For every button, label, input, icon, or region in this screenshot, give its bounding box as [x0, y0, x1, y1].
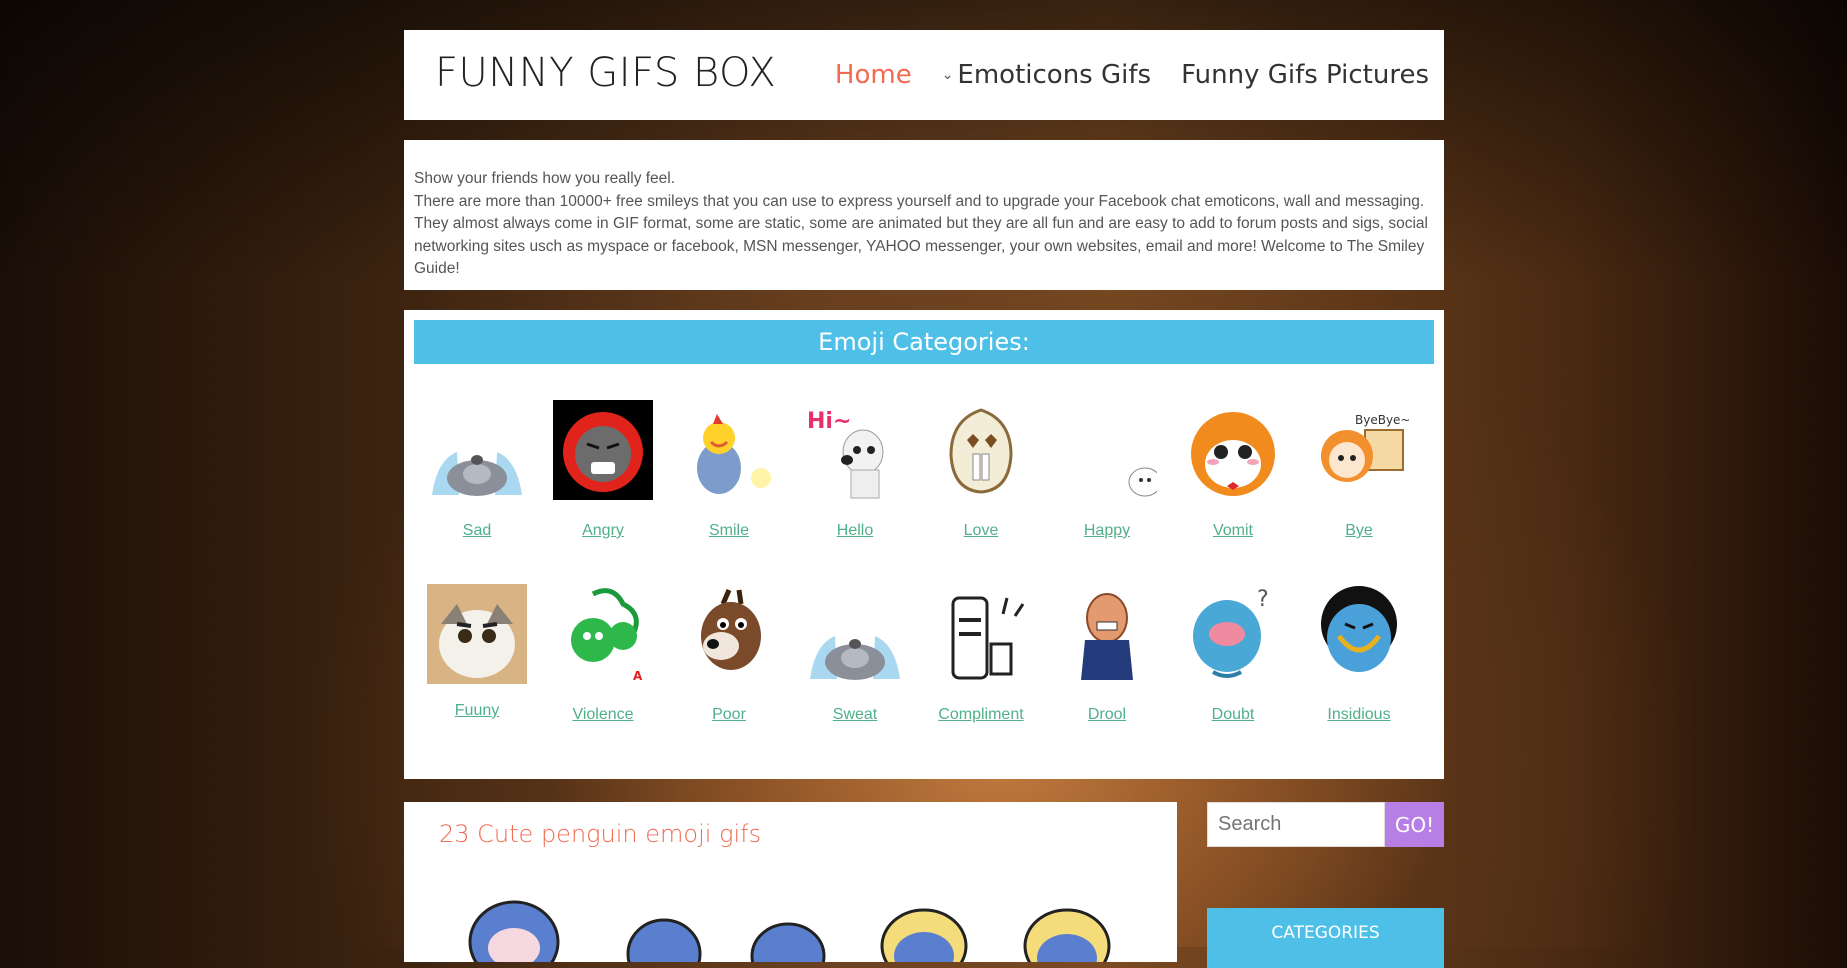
poor-emoji-icon[interactable]: [679, 584, 779, 684]
search-form: GO!: [1207, 802, 1444, 847]
category-link-compliment[interactable]: Compliment: [918, 706, 1044, 724]
chevron-down-icon[interactable]: ⌄: [942, 67, 954, 83]
category-doubt[interactable]: ? Doubt: [1170, 584, 1296, 724]
smile-emoji-icon[interactable]: [679, 400, 779, 500]
search-input[interactable]: [1207, 802, 1385, 847]
category-link-violence[interactable]: Violence: [540, 706, 666, 724]
emoji-categories-panel: Emoji Categories: Sad Angry Smile Hi~ He…: [404, 310, 1444, 779]
category-link-doubt[interactable]: Doubt: [1170, 706, 1296, 724]
happy-emoji-icon[interactable]: [1057, 400, 1157, 500]
category-link-drool[interactable]: Drool: [1044, 706, 1170, 724]
compliment-emoji-icon[interactable]: [931, 584, 1031, 684]
category-link-bye[interactable]: Bye: [1296, 522, 1422, 540]
svg-text:?: ?: [1257, 587, 1269, 612]
category-angry[interactable]: Angry: [540, 400, 666, 540]
search-go-button[interactable]: GO!: [1385, 802, 1444, 847]
category-link-sad[interactable]: Sad: [414, 522, 540, 540]
category-link-sweat[interactable]: Sweat: [792, 706, 918, 724]
bye-emoji-icon[interactable]: ByeBye~: [1309, 400, 1409, 500]
category-link-hello[interactable]: Hello: [792, 522, 918, 540]
nav-funny-gifs-pictures[interactable]: Funny Gifs Pictures: [1181, 60, 1429, 90]
category-hello[interactable]: Hi~ Hello: [792, 400, 918, 540]
category-link-poor[interactable]: Poor: [666, 706, 792, 724]
category-link-smile[interactable]: Smile: [666, 522, 792, 540]
category-sweat[interactable]: Sweat: [792, 584, 918, 724]
site-header: FUNNY GIFS BOX Home ⌄ Emoticons Gifs Fun…: [404, 30, 1444, 120]
hello-emoji-icon[interactable]: Hi~: [805, 400, 905, 500]
violence-emoji-icon[interactable]: A: [553, 584, 653, 684]
category-link-angry[interactable]: Angry: [540, 522, 666, 540]
main-nav: Home ⌄ Emoticons Gifs Funny Gifs Picture…: [835, 60, 1429, 90]
penguin-icon-5: [1023, 908, 1111, 962]
site-title[interactable]: FUNNY GIFS BOX: [435, 50, 776, 96]
nav-emoticons-gifs[interactable]: Emoticons Gifs: [957, 60, 1151, 90]
insidious-emoji-icon[interactable]: [1309, 584, 1409, 684]
category-smile[interactable]: Smile: [666, 400, 792, 540]
category-link-fuuny[interactable]: Fuuny: [414, 702, 540, 720]
vomit-emoji-icon[interactable]: [1183, 400, 1283, 500]
intro-line-2: There are more than 10000+ free smileys …: [414, 192, 1429, 278]
svg-text:A: A: [633, 669, 643, 683]
category-fuuny[interactable]: Fuuny: [414, 584, 540, 720]
category-link-happy[interactable]: Happy: [1044, 522, 1170, 540]
sad-emoji-icon[interactable]: [427, 400, 527, 500]
love-emoji-icon[interactable]: [931, 400, 1031, 500]
penguin-gifs-preview: [468, 900, 1111, 962]
svg-text:ByeBye~: ByeBye~: [1355, 413, 1409, 427]
svg-text:Hi~: Hi~: [807, 409, 851, 434]
post-title[interactable]: 23 Cute penguin emoji gifs: [439, 820, 761, 848]
sidebar-categories-heading: CATEGORIES: [1207, 908, 1444, 968]
nav-home[interactable]: Home: [835, 60, 912, 90]
penguin-icon-3: [750, 922, 826, 962]
category-insidious[interactable]: Insidious: [1296, 584, 1422, 724]
category-bye[interactable]: ByeBye~ Bye: [1296, 400, 1422, 540]
drool-emoji-icon[interactable]: [1057, 584, 1157, 684]
category-drool[interactable]: Drool: [1044, 584, 1170, 724]
penguin-icon-4: [880, 908, 968, 962]
sweat-emoji-icon[interactable]: [805, 584, 905, 684]
category-love[interactable]: Love: [918, 400, 1044, 540]
category-sad[interactable]: Sad: [414, 400, 540, 540]
doubt-emoji-icon[interactable]: ?: [1183, 584, 1283, 684]
category-link-love[interactable]: Love: [918, 522, 1044, 540]
category-happy[interactable]: Happy: [1044, 400, 1170, 540]
category-link-insidious[interactable]: Insidious: [1296, 706, 1422, 724]
intro-line-1: Show your friends how you really feel.: [414, 170, 676, 187]
category-link-vomit[interactable]: Vomit: [1170, 522, 1296, 540]
penguin-icon-2: [626, 918, 702, 962]
categories-heading: Emoji Categories:: [414, 320, 1434, 364]
penguin-icon-1: [468, 900, 560, 962]
category-poor[interactable]: Poor: [666, 584, 792, 724]
angry-emoji-icon[interactable]: [553, 400, 653, 500]
intro-box: Show your friends how you really feel. T…: [404, 140, 1444, 290]
category-violence[interactable]: A Violence: [540, 584, 666, 724]
category-compliment[interactable]: Compliment: [918, 584, 1044, 724]
category-vomit[interactable]: Vomit: [1170, 400, 1296, 540]
fuuny-emoji-icon[interactable]: [427, 584, 527, 684]
post-card: 23 Cute penguin emoji gifs: [404, 802, 1177, 962]
